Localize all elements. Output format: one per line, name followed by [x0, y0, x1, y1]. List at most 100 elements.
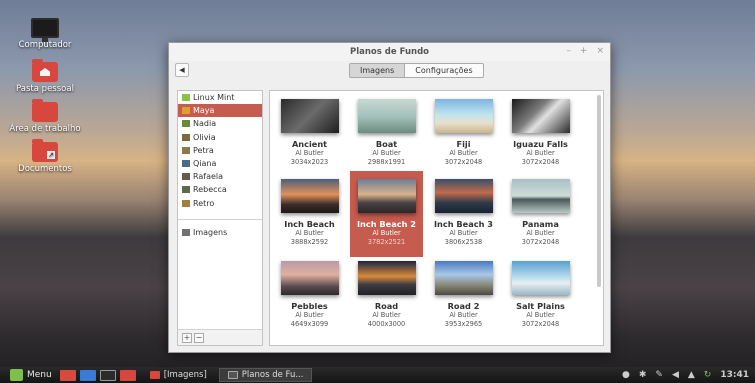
sidebar-item[interactable]: Linux Mint	[178, 91, 262, 104]
wallpaper-size: 2988x1991	[367, 157, 406, 166]
folder-icon	[182, 228, 190, 236]
collection-icon	[182, 160, 190, 168]
wallpaper-preview	[357, 179, 416, 213]
desktop-icon-label: Área de trabalho	[9, 124, 81, 134]
wallpaper-name: Inch Beach 2	[357, 219, 416, 229]
sidebar-item[interactable]: Retro	[178, 197, 262, 210]
task-label: [Imagens]	[163, 370, 207, 380]
sidebar-item[interactable]: Rebecca	[178, 183, 262, 196]
maximize-button[interactable]: +	[580, 46, 588, 56]
wallpaper-name: Fiji	[456, 139, 471, 149]
wallpaper-size: 3072x2048	[521, 319, 560, 328]
wallpaper-author: Al Butler	[526, 311, 555, 319]
terminal-icon[interactable]	[99, 369, 116, 381]
folder-icon	[149, 371, 160, 379]
close-button[interactable]: ×	[596, 46, 604, 56]
wallpaper-name: Inch Beach 3	[434, 219, 493, 229]
location-icon[interactable]: ●	[622, 370, 630, 380]
wallpaper-thumbnail[interactable]: Salt Plains Al Butler 3072x2048	[504, 253, 577, 339]
wallpaper-name: Pebbles	[291, 301, 328, 311]
wallpaper-grid: Ancient Al Butler 3034x2023 Boat Al Butler 29…	[269, 90, 604, 346]
collection-icon	[182, 173, 190, 181]
wallpaper-preview	[280, 261, 339, 295]
wallpaper-size: 3034x2023	[290, 157, 329, 166]
wallpaper-thumbnail[interactable]: Ancient Al Butler 3034x2023	[273, 91, 346, 177]
wallpaper-thumbnail[interactable]: Inch Beach 3 Al Butler 3806x2538	[427, 171, 500, 257]
wallpaper-preview	[357, 261, 416, 295]
sidebar-item[interactable]: Olivia	[178, 131, 262, 144]
menu-label: Menu	[27, 370, 52, 380]
wallpaper-thumbnail[interactable]: Panama Al Butler 3072x2048	[504, 171, 577, 257]
home-folder-icon	[32, 59, 58, 82]
wallpaper-thumbnail[interactable]: Pebbles Al Butler 4649x3099	[273, 253, 346, 339]
sidebar-item[interactable]: Petra	[178, 144, 262, 157]
volume-icon[interactable]: ◀	[672, 370, 679, 380]
back-button[interactable]: ◀	[175, 63, 189, 77]
wallpaper-thumbnail[interactable]: Inch Beach 2 Al Butler 3782x2521	[350, 171, 423, 257]
minimize-button[interactable]: –	[566, 46, 571, 56]
sidebar-item[interactable]: Maya	[178, 104, 262, 118]
window-title: Planos de Fundo	[349, 47, 429, 57]
wallpaper-preview	[511, 179, 570, 213]
tab-settings[interactable]: Configurações	[404, 63, 484, 78]
folder-icon	[32, 99, 58, 122]
task-backgrounds[interactable]: Planos de Fu...	[218, 368, 313, 382]
grid-scrollbar[interactable]	[597, 95, 601, 287]
system-tray: ● ✱ ✎ ◀ ▲ ↻ 13:41	[622, 370, 755, 380]
wallpaper-preview	[280, 179, 339, 213]
sidebar-item-label: Linux Mint	[193, 93, 235, 103]
menu-button[interactable]: Menu	[0, 367, 58, 383]
sidebar-item-label: Rafaela	[193, 172, 224, 182]
collection-icon	[182, 133, 190, 141]
clock[interactable]: 13:41	[720, 370, 749, 380]
tab-images[interactable]: Imagens	[349, 63, 405, 78]
task-files[interactable]: [Imagens]	[142, 368, 215, 382]
wallpaper-name: Road	[374, 301, 399, 311]
update-icon[interactable]: ↻	[704, 370, 712, 380]
desktop-icon-documents[interactable]: ↗ Documentos	[0, 139, 90, 174]
computer-icon	[31, 18, 59, 42]
sidebar-item[interactable]: Imagens	[178, 226, 262, 239]
wallpaper-name: Boat	[375, 139, 398, 149]
sidebar-item-label: Nadia	[193, 119, 217, 129]
task-label: Planos de Fu...	[241, 370, 304, 380]
wallpaper-preview	[511, 261, 570, 295]
wallpaper-size: 4649x3099	[290, 319, 329, 328]
add-folder-button[interactable]: +	[182, 333, 192, 343]
bluetooth-icon[interactable]: ✱	[639, 370, 647, 380]
wallpaper-thumbnail[interactable]: Inch Beach Al Butler 3888x2592	[273, 171, 346, 257]
wallpaper-size: 4000x3000	[367, 319, 406, 328]
edit-icon[interactable]: ✎	[655, 370, 663, 380]
desktop-icon-computer[interactable]: Computador	[0, 18, 90, 50]
wallpaper-thumbnail[interactable]: Road 2 Al Butler 3953x2965	[427, 253, 500, 339]
sidebar-item[interactable]: Rafaela	[178, 170, 262, 183]
window-titlebar[interactable]: Planos de Fundo – + ×	[169, 43, 610, 61]
wallpaper-size: 3072x2048	[521, 157, 560, 166]
wallpaper-author: Al Butler	[372, 149, 401, 157]
wallpaper-author: Al Butler	[295, 311, 324, 319]
desktop-icon-home[interactable]: Pasta pessoal	[0, 59, 90, 94]
wallpaper-size: 3888x2592	[290, 237, 329, 246]
window-icon	[227, 371, 238, 379]
sidebar-item[interactable]: Qiana	[178, 157, 262, 170]
sidebar-item-label: Retro	[193, 198, 215, 208]
wallpaper-size: 3072x2048	[521, 237, 560, 246]
sidebar-item[interactable]: Nadia	[178, 117, 262, 130]
wallpaper-size: 3782x2521	[367, 237, 406, 246]
wallpaper-thumbnail[interactable]: Iguazu Falls Al Butler 3072x2048	[504, 91, 577, 177]
desktop-icon-desktop[interactable]: Área de trabalho	[0, 99, 90, 134]
tab-bar: Imagens Configurações	[349, 63, 484, 78]
remove-folder-button[interactable]: −	[194, 333, 204, 343]
wallpaper-preview	[434, 261, 493, 295]
network-icon[interactable]: ▲	[688, 370, 695, 380]
wallpaper-author: Al Butler	[372, 311, 401, 319]
linux-mint-icon	[10, 369, 23, 381]
wallpaper-author: Al Butler	[449, 229, 478, 237]
wallpaper-thumbnail[interactable]: Road Al Butler 4000x3000	[350, 253, 423, 339]
wallpaper-thumbnail[interactable]: Boat Al Butler 2988x1991	[350, 91, 423, 177]
file-manager-icon[interactable]	[119, 369, 136, 381]
show-desktop-icon[interactable]	[59, 369, 76, 381]
software-icon[interactable]	[79, 369, 96, 381]
sidebar-item-label: Qiana	[193, 159, 217, 169]
wallpaper-thumbnail[interactable]: Fiji Al Butler 3072x2048	[427, 91, 500, 177]
